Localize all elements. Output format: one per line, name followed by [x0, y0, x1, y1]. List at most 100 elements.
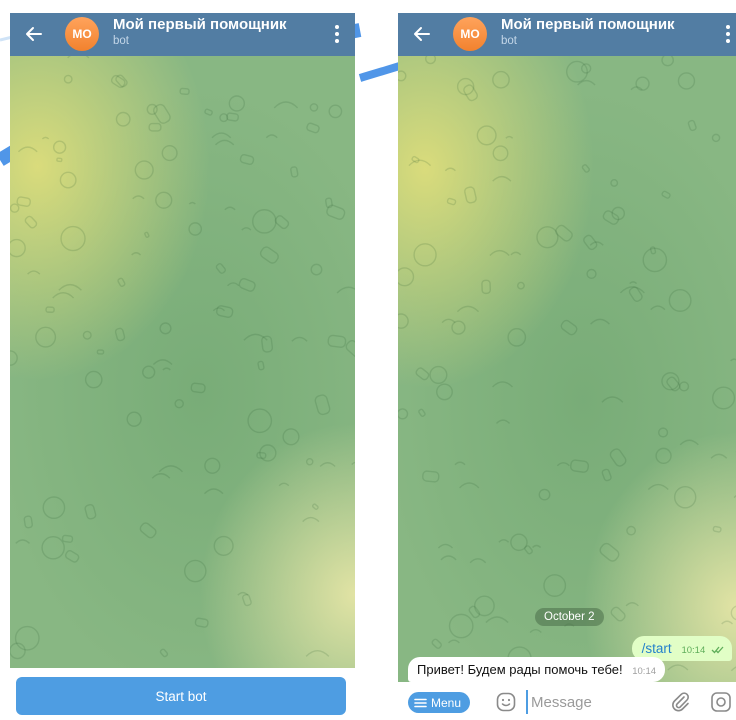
wallpaper-doodle	[309, 103, 319, 112]
wallpaper-doodle	[41, 536, 65, 560]
date-separator: October 2	[535, 608, 604, 626]
wallpaper-doodle	[188, 222, 203, 236]
bot-menu-button[interactable]: Menu	[408, 692, 471, 713]
wallpaper-doodle	[215, 263, 226, 274]
wallpaper-doodle	[710, 453, 728, 459]
wallpaper-doodle	[131, 252, 142, 256]
wallpaper-doodle	[668, 289, 692, 312]
wallpaper-doodle	[84, 503, 97, 520]
wallpaper-doodle	[398, 313, 409, 329]
wallpaper-doodle	[27, 270, 41, 275]
wallpaper-doodle	[190, 382, 206, 394]
wallpaper-doodle	[459, 482, 480, 489]
wallpaper-doodle	[649, 246, 657, 255]
wallpaper-doodle	[524, 545, 533, 555]
wallpaper-doodle	[139, 522, 157, 539]
wallpaper-doodle	[161, 145, 178, 162]
wallpaper-doodle	[687, 119, 697, 132]
wallpaper-doodle	[41, 136, 50, 140]
wallpaper-doodle	[14, 625, 40, 651]
wallpaper-doodle	[314, 394, 331, 416]
wallpaper-doodle	[45, 306, 55, 313]
arrow-left-icon[interactable]	[412, 24, 432, 44]
arrow-left-icon[interactable]	[24, 24, 44, 44]
wallpaper-doodle	[204, 457, 221, 474]
wallpaper-doodle	[590, 318, 610, 325]
message-input[interactable]	[526, 690, 646, 714]
avatar[interactable]: MO	[65, 17, 99, 51]
wallpaper-doodle	[485, 616, 509, 624]
wallpaper-doodle	[730, 358, 736, 362]
avatar[interactable]: MO	[453, 17, 487, 51]
wallpaper-doodle	[261, 335, 274, 353]
wallpaper-doodle	[216, 305, 234, 318]
wallpaper-doodle	[448, 613, 474, 639]
wallpaper-doodle	[408, 159, 432, 167]
wallpaper-doodle	[532, 544, 542, 548]
wallpaper-doodle	[454, 461, 466, 466]
wallpaper-doodle	[184, 559, 207, 583]
wallpaper-doodle	[661, 56, 674, 67]
incoming-message-bubble[interactable]: Привет! Будем рады помочь тебе! 10:14	[408, 657, 666, 682]
wallpaper-doodle	[252, 209, 277, 234]
wallpaper-doodle	[224, 206, 236, 211]
wallpaper-doodle	[658, 427, 669, 438]
hamburger-menu-icon	[414, 698, 427, 707]
wallpaper-doodle	[650, 305, 666, 311]
wallpaper-doodle	[306, 122, 320, 134]
chat-subtitle: bot	[501, 35, 517, 47]
vertical-dots-icon[interactable]	[724, 23, 732, 45]
wallpaper-doodle	[599, 542, 620, 562]
paperclip-icon[interactable]	[670, 691, 690, 713]
wallpaper-doodle	[415, 367, 430, 381]
wallpaper-doodle	[290, 166, 299, 178]
camera-icon[interactable]	[710, 691, 732, 713]
wallpaper-doodle	[437, 543, 453, 549]
wallpaper-doodle	[61, 534, 74, 543]
wallpaper-doodle	[712, 386, 736, 410]
wallpaper-doodle	[569, 459, 590, 473]
wallpaper-doodle	[635, 76, 650, 91]
wallpaper-doodle	[581, 164, 590, 173]
wallpaper-doodle	[712, 525, 722, 533]
wallpaper-doodle	[10, 350, 18, 366]
message-text: Привет! Будем рады помочь тебе!	[417, 662, 623, 677]
chat-title[interactable]: Мой первый помощник	[113, 16, 287, 33]
wallpaper-doodle	[336, 286, 355, 294]
chat-wallpaper	[10, 56, 355, 668]
wallpaper-doodle	[610, 606, 626, 622]
wallpaper-doodle	[278, 482, 290, 487]
wallpaper-doodle	[15, 539, 30, 544]
message-time: 10:14	[632, 666, 657, 677]
wallpaper-doodle	[242, 593, 252, 607]
wallpaper-doodle	[655, 447, 672, 464]
vertical-dots-icon[interactable]	[333, 23, 341, 45]
start-bot-button[interactable]: Start bot	[16, 677, 346, 715]
wallpaper-doodle	[257, 360, 265, 371]
wallpaper-doodle	[239, 153, 255, 166]
chat-subtitle: bot	[113, 35, 129, 47]
wallpaper-doodle	[35, 326, 57, 348]
wallpaper-doodle	[179, 87, 190, 96]
wallpaper-doodle	[155, 191, 173, 209]
wallpaper-doodle	[451, 320, 466, 335]
wallpaper-doodle	[241, 227, 252, 231]
chat-title[interactable]: Мой первый помощник	[501, 16, 675, 33]
wallpaper-doodle	[59, 171, 77, 189]
smiley-icon[interactable]	[495, 691, 517, 713]
wallpaper-doodles	[398, 56, 736, 672]
wallpaper-doodle	[204, 108, 213, 116]
wallpaper-doodle	[446, 197, 457, 206]
wallpaper-doodle	[247, 408, 273, 434]
wallpaper-doodle	[441, 318, 456, 324]
wallpaper-doodle	[444, 167, 456, 172]
wallpaper-doodle	[431, 638, 442, 649]
wallpaper-doodle	[536, 226, 559, 249]
wallpaper-doodle	[609, 448, 627, 467]
wallpaper-doodle	[256, 451, 267, 460]
wallpaper-doodle	[601, 396, 624, 403]
wallpaper-doodle	[476, 125, 497, 146]
wallpaper-doodle	[114, 327, 126, 342]
wallpaper-doodle	[60, 225, 86, 252]
wallpaper-doodle	[67, 56, 90, 59]
